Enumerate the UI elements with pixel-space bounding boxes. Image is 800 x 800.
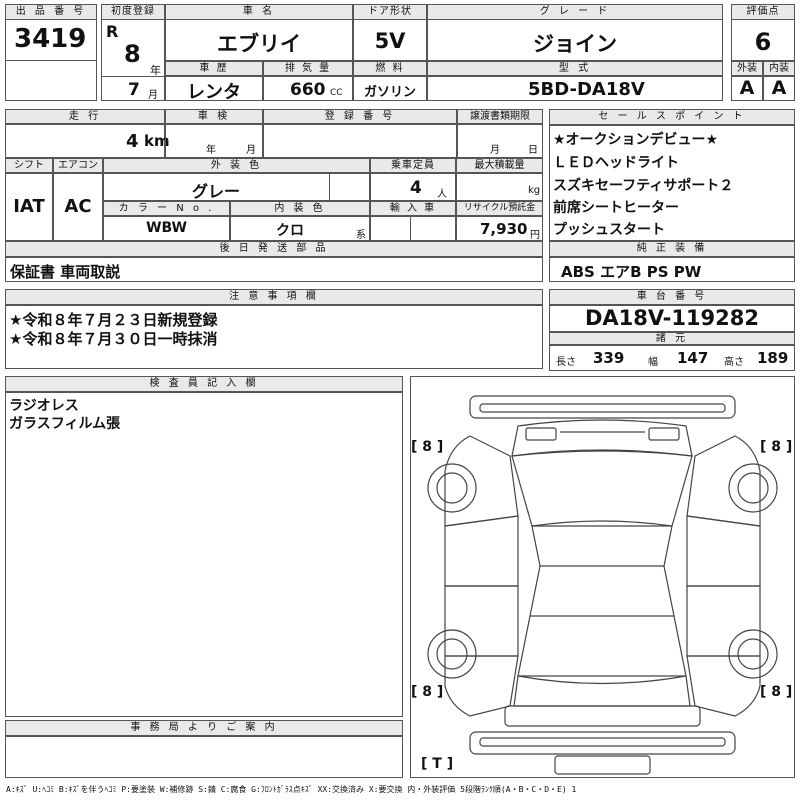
import-label: 輸 入 車	[370, 201, 456, 216]
sales-point-item: スズキセーフティサポート２	[553, 178, 734, 194]
chassis-label: 車 台 番 号	[549, 289, 795, 305]
exterior-label: 外装	[731, 61, 763, 76]
sales-point-item: 前席シートヒーター	[553, 200, 679, 216]
tire-front-right: [ 8 ]	[760, 439, 793, 455]
note-line: ★令和８年７月３０日一時抹消	[9, 330, 218, 348]
sales-points-label: セ ー ル ス ポ イ ン ト	[549, 109, 795, 125]
tire-rear-right: [ 8 ]	[760, 684, 793, 700]
int-color: クロ	[276, 223, 304, 239]
model: 5BD-DA18V	[528, 79, 645, 100]
seats-label: 乗車定員	[370, 158, 456, 173]
insp-month-unit: 月	[246, 145, 256, 156]
import-sub-box	[410, 216, 456, 241]
ac-label: エアコン	[53, 158, 103, 173]
transfer-day-unit: 日	[528, 145, 538, 156]
tire-rear-left: [ 8 ]	[411, 684, 444, 700]
sales-point-item: ＬＥＤヘッドライト	[553, 155, 679, 171]
transfer-label: 譲渡書類期限	[457, 109, 543, 124]
notes-label: 注 意 事 項 欄	[5, 289, 543, 305]
interior-score: A	[771, 77, 787, 99]
door-label: ドア形状	[353, 4, 427, 20]
load-unit: kg	[528, 185, 541, 196]
model-label: 型 式	[427, 61, 723, 76]
color-no: WBW	[146, 220, 187, 236]
score-label: 評価点	[731, 4, 795, 20]
color-no-label: カ ラ ー N o .	[103, 201, 230, 216]
inspector-box	[5, 392, 403, 717]
history-label: 車 歴	[165, 61, 263, 76]
car-name: エブリイ	[217, 32, 301, 56]
exterior-score: A	[739, 77, 755, 99]
int-color-unit: 系	[356, 230, 366, 241]
lot-no-label: 出 品 番 号	[5, 4, 97, 20]
displacement: 660	[290, 80, 326, 100]
month-unit: 月	[148, 90, 158, 101]
sales-point-item: ★オークションデビュー★	[553, 132, 719, 148]
inspector-label: 検 査 員 記 入 欄	[5, 376, 403, 392]
note-line: ★令和８年７月２３日新規登録	[9, 311, 218, 329]
inspector-line: ガラスフィルム張	[9, 416, 121, 432]
lot-no-sub-box	[5, 60, 97, 101]
regno-label: 登 録 番 号	[263, 109, 457, 124]
length: 339	[593, 349, 625, 367]
fuel: ガソリン	[363, 85, 416, 100]
legend: A:ｷｽﾞ U:ﾍｺﾐ B:ｷｽﾞを伴うﾍｺﾐ P:要塗装 W:補修跡 S:錆 …	[6, 785, 577, 794]
equipment: ABS エアB PS PW	[561, 263, 702, 281]
insp-year-unit: 年	[206, 145, 216, 156]
car-name-label: 車 名	[165, 4, 353, 20]
load-label: 最大積載量	[456, 158, 543, 173]
grade: ジョイン	[533, 32, 617, 56]
color-label: 外 装 色	[103, 158, 370, 173]
shift-label: シフト	[5, 158, 53, 173]
color: グレー	[191, 182, 240, 201]
score: 6	[754, 28, 772, 56]
equipment-label: 純 正 装 備	[549, 241, 795, 257]
chassis-number: DA18V-119282	[584, 306, 760, 330]
spare-tire: [ T ]	[421, 756, 454, 772]
inspection-label: 車 検	[165, 109, 263, 124]
lot-no: 3419	[14, 24, 87, 54]
recycle-unit: 円	[530, 230, 540, 241]
int-color-label: 内 装 色	[230, 201, 370, 216]
transfer-month-unit: 月	[490, 145, 500, 156]
sales-point-item: プッシュスタート	[553, 222, 665, 238]
mileage-box	[5, 124, 165, 158]
ac: AC	[64, 196, 92, 217]
later-parts-label: 後 日 発 送 部 品	[5, 241, 543, 257]
reg-month: 7	[128, 80, 140, 100]
height: 189	[757, 349, 789, 367]
tire-front-left: [ 8 ]	[411, 439, 444, 455]
color-sub-box	[329, 173, 370, 201]
car-outline-icon	[427, 395, 778, 775]
later-parts: 保証書 車両取説	[10, 263, 121, 281]
door: 5V	[374, 29, 406, 53]
height-label: 高さ	[724, 357, 744, 368]
shift: IAT	[13, 196, 45, 217]
seats-unit: 人	[437, 189, 447, 200]
spec-label: 諸 元	[549, 332, 795, 345]
recycle-label: リサイクル預託金	[456, 201, 543, 216]
interior-label: 内装	[763, 61, 795, 76]
displacement-label: 排 気 量	[263, 61, 353, 76]
reg-year: 8	[124, 40, 141, 68]
era: R	[106, 22, 119, 41]
history: レンタ	[187, 82, 241, 103]
width-label: 幅	[648, 357, 658, 368]
recycle: 7,930	[480, 220, 528, 238]
mileage-label: 走 行	[5, 109, 165, 124]
cc-unit: CC	[330, 88, 343, 98]
inspector-line: ラジオレス	[9, 398, 79, 414]
seats: 4	[410, 178, 422, 198]
office-label: 事 務 局 よ り ご 案 内	[5, 720, 403, 736]
regno-box	[263, 124, 457, 158]
grade-label: グ レ ー ド	[427, 4, 723, 20]
fuel-label: 燃 料	[353, 61, 427, 76]
length-label: 長さ	[556, 357, 576, 368]
office-box	[5, 736, 403, 778]
width: 147	[677, 349, 709, 367]
mileage: 4	[126, 131, 139, 152]
first-reg-label: 初度登録	[101, 4, 165, 20]
